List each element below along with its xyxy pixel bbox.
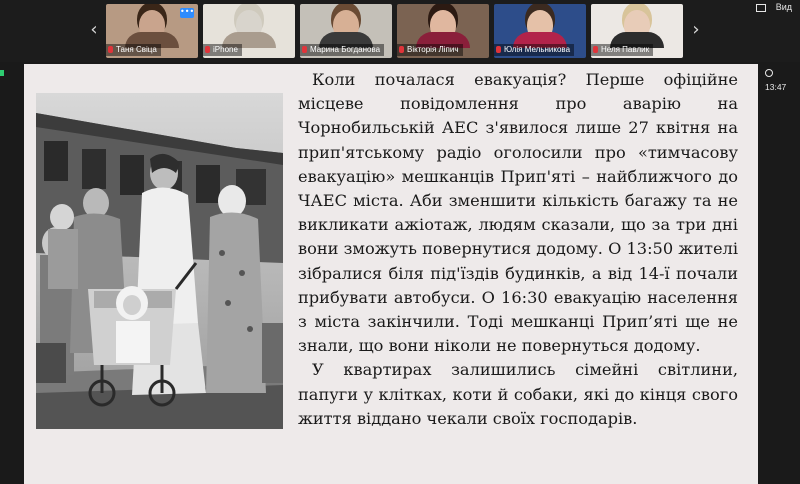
evacuation-photo (36, 93, 283, 429)
status-indicator (0, 70, 4, 76)
participant-name: Неля Павлик (601, 45, 650, 54)
muted-mic-icon (496, 46, 501, 53)
participant-tile[interactable]: Вікторія Ліпич (397, 4, 489, 58)
muted-mic-icon (302, 46, 307, 53)
participant-name: Вікторія Ліпич (407, 45, 459, 54)
chevron-left-icon[interactable]: ‹ (84, 18, 104, 42)
muted-mic-icon (205, 46, 210, 53)
paragraph: У квартирах залишились сімейні світлини,… (298, 360, 738, 428)
participant-tile[interactable]: Неля Павлик (591, 4, 683, 58)
meeting-timer: 13:47 (762, 66, 800, 92)
slide-text: Коли почалася евакуація? Перше офіційне … (298, 68, 738, 431)
participant-name: iPhone (213, 45, 238, 54)
more-options-button[interactable]: ••• (180, 8, 194, 18)
view-button[interactable]: Вид (776, 2, 792, 12)
participant-tile[interactable]: Марина Богданова (300, 4, 392, 58)
participant-tile[interactable]: iPhone (203, 4, 295, 58)
participant-name: Юлія Мельникова (504, 45, 571, 54)
shared-screen-slide: Коли почалася евакуація? Перше офіційне … (24, 64, 758, 484)
clock-icon (765, 69, 773, 77)
participant-name: Марина Богданова (310, 45, 381, 54)
participant-tile[interactable]: ••• Таня Свіца (106, 4, 198, 58)
participant-name: Таня Свіца (116, 45, 157, 54)
paragraph: Коли почалася евакуація? Перше офіційне … (298, 70, 738, 356)
muted-mic-icon (108, 46, 113, 53)
view-layout-icon[interactable] (756, 4, 766, 12)
chevron-right-icon[interactable]: › (686, 18, 706, 42)
participant-strip: ‹ ••• Таня Свіца iPhone Марина Богданова… (0, 0, 800, 62)
participant-tile[interactable]: Юлія Мельникова (494, 4, 586, 58)
timer-text: 13:47 (765, 82, 787, 92)
muted-mic-icon (593, 46, 598, 53)
muted-mic-icon (399, 46, 404, 53)
